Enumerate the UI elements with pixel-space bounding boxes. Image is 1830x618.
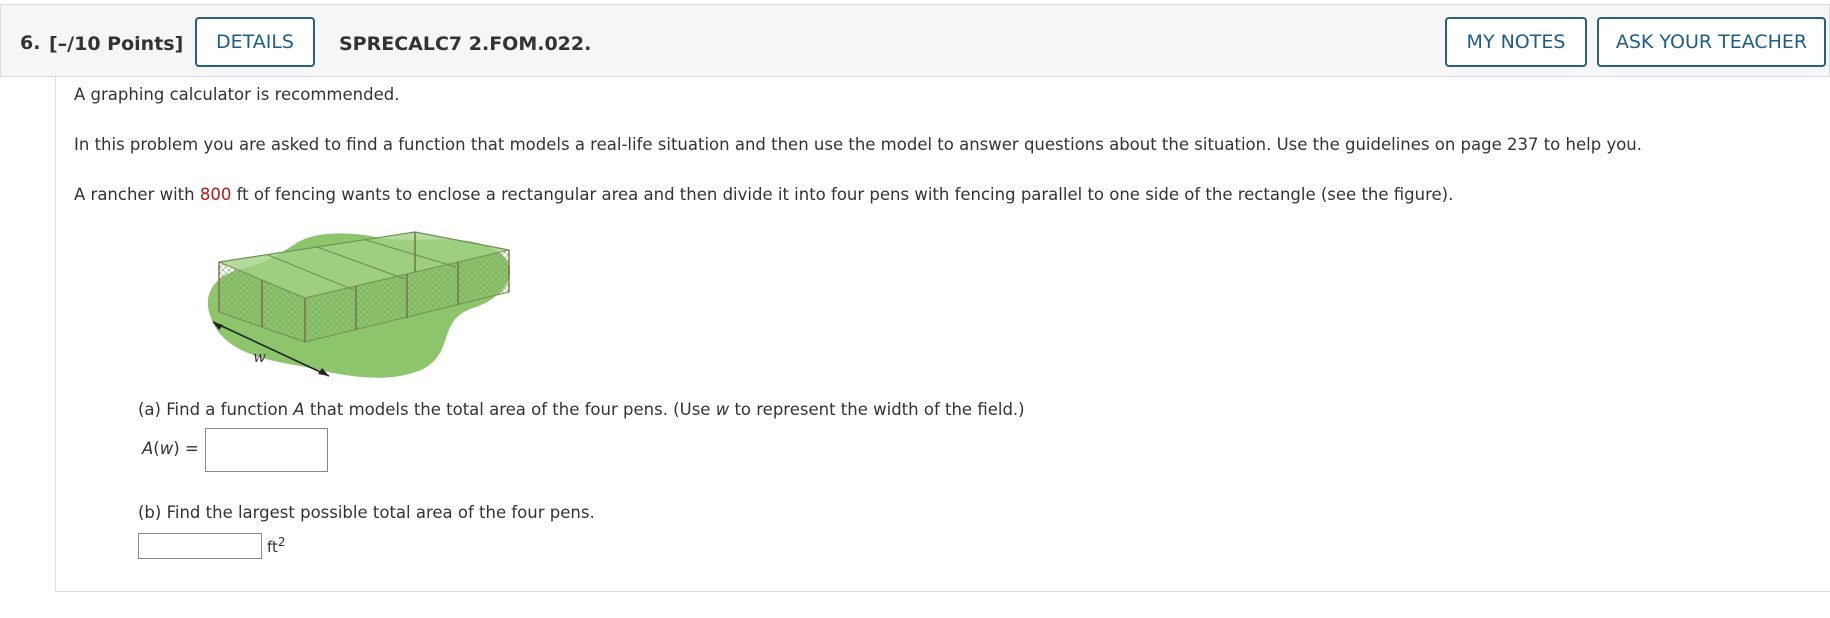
part-b-question: (b) Find the largest possible total area… [138,503,595,522]
my-notes-button[interactable]: MY NOTES [1445,17,1587,67]
statement-before: A rancher with [74,185,195,204]
part-a-lhs: A(w) = [142,439,199,458]
question-number: 6. [20,32,41,54]
part-a-answer-input[interactable] [205,428,328,472]
fencing-value: 800 [199,185,232,204]
calculator-note: A graphing calculator is recommended. [74,85,400,104]
statement-after: ft of fencing wants to enclose a rectang… [236,185,1454,204]
problem-intro: In this problem you are asked to find a … [74,135,1642,154]
question-points: [–/10 Points] [49,33,184,55]
question-header: 6. [–/10 Points] DETAILS SPRECALC7 2.FOM… [0,4,1830,77]
problem-code: SPRECALC7 2.FOM.022. [339,33,592,55]
ask-your-teacher-button[interactable]: ASK YOUR TEACHER [1597,17,1826,67]
width-label: w [253,348,266,366]
part-b-answer-input[interactable] [138,533,262,559]
problem-statement: A rancher with 800 ft of fencing wants t… [74,185,1453,204]
part-b-unit: ft2 [267,535,286,556]
details-button[interactable]: DETAILS [195,17,315,67]
pens-figure: w [207,231,511,378]
part-a-question: (a) Find a function A that models the to… [138,400,1025,419]
